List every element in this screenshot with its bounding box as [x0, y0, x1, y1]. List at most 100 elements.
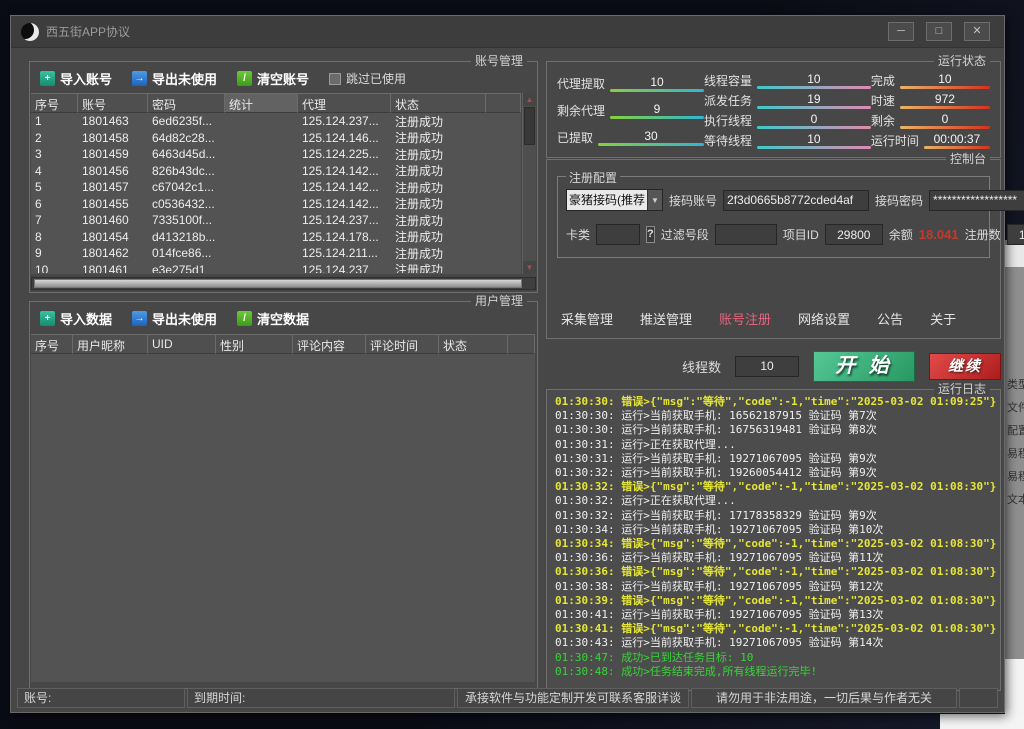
stat-gradient-bar	[757, 106, 871, 109]
tab[interactable]: 账号注册	[719, 309, 771, 328]
account-table-hscrollbar[interactable]	[31, 277, 536, 290]
tab[interactable]: 采集管理	[561, 309, 613, 328]
clear-accounts-label: 清空账号	[257, 69, 309, 88]
register-count-input[interactable]	[1007, 224, 1024, 245]
col-header-account[interactable]: 账号	[78, 93, 148, 113]
cell-status: 注册成功	[391, 245, 486, 262]
col-header-nickname[interactable]: 用户昵称	[73, 334, 148, 354]
col-header-comment-time[interactable]: 评论时间	[366, 334, 439, 354]
register-count-label: 注册数	[965, 226, 1001, 243]
statusbar-filler	[959, 688, 998, 708]
help-button[interactable]: ?	[646, 226, 655, 243]
log-line: 01:30:48: 成功>任务结束完成,所有线程运行完毕!	[555, 665, 996, 679]
col-header-gender[interactable]: 性别	[216, 334, 293, 354]
cell-account: 1801456	[78, 164, 148, 178]
col-header-uid[interactable]: UID	[148, 334, 216, 354]
chevron-down-icon[interactable]: ▼	[647, 190, 662, 210]
tab[interactable]: 网络设置	[798, 309, 850, 328]
cell-password: 64d82c28...	[148, 131, 225, 145]
clear-data-button[interactable]: / 清空数据	[237, 309, 309, 328]
account-table-row[interactable]: 2 1801458 64d82c28... 125.124.146... 注册成…	[31, 130, 521, 147]
stat-value: 30	[598, 130, 704, 143]
close-button[interactable]: ✕	[964, 22, 990, 41]
log-line: 01:30:30: 错误>{"msg":"等待","code":-1,"time…	[555, 395, 996, 409]
project-id-input[interactable]	[825, 224, 883, 245]
col-header-stats[interactable]: 统计	[225, 93, 298, 113]
clear-icon: /	[237, 71, 252, 86]
tab[interactable]: 推送管理	[640, 309, 692, 328]
stat-item: 代理提取 10	[557, 75, 704, 92]
col-header-password[interactable]: 密码	[148, 93, 225, 113]
scroll-down-icon[interactable]: ▼	[523, 261, 536, 274]
export-unused-data-button[interactable]: → 导出未使用	[132, 309, 217, 328]
col-header-no[interactable]: 序号	[31, 93, 78, 113]
export-unused-accounts-button[interactable]: → 导出未使用	[132, 69, 217, 88]
stat-label: 线程容量	[704, 72, 752, 89]
vscroll-thumb[interactable]	[524, 107, 535, 145]
account-table-row[interactable]: 10 1801461 e3e275d1 125.124.237 注册成功	[31, 262, 521, 274]
account-table-row[interactable]: 1 1801463 6ed6235f... 125.124.237... 注册成…	[31, 113, 521, 130]
clear-accounts-button[interactable]: / 清空账号	[237, 69, 309, 88]
account-table-row[interactable]: 7 1801460 7335100f... 125.124.237... 注册成…	[31, 212, 521, 229]
stat-item: 运行时间 00:00:37	[871, 132, 990, 149]
col-header-no[interactable]: 序号	[31, 334, 73, 354]
start-button[interactable]: 开 始	[813, 351, 915, 382]
account-table-row[interactable]: 4 1801456 826b43dc... 125.124.142... 注册成…	[31, 163, 521, 180]
cell-account: 1801458	[78, 131, 148, 145]
col-header-filler	[486, 93, 521, 113]
log-line: 01:30:36: 错误>{"msg":"等待","code":-1,"time…	[555, 565, 996, 579]
thread-count-input[interactable]	[735, 356, 799, 377]
cell-no: 3	[31, 147, 78, 161]
col-header-status[interactable]: 状态	[391, 93, 486, 113]
stat-gradient-bar	[757, 86, 871, 89]
log-line: 01:30:47: 成功>已到达任务目标: 10	[555, 651, 996, 665]
stat-gradient-bar	[900, 86, 990, 89]
col-header-comment[interactable]: 评论内容	[293, 334, 366, 354]
stat-item: 派发任务 19	[704, 92, 871, 109]
code-password-input[interactable]	[929, 190, 1024, 211]
statusbar-disclaimer: 请勿用于非法用途，一切后果与作者无关	[691, 688, 957, 708]
cell-status: 注册成功	[391, 212, 486, 229]
account-table-vscrollbar[interactable]: ▲ ▼	[522, 93, 536, 274]
scroll-up-icon[interactable]: ▲	[523, 93, 536, 106]
skip-used-checkbox[interactable]: 跳过已使用	[329, 70, 406, 87]
sms-provider-dropdown[interactable]: 豪猪接码(推荐 ▼	[566, 189, 663, 211]
minimize-button[interactable]: ─	[888, 22, 914, 41]
account-table-row[interactable]: 6 1801455 c0536432... 125.124.142... 注册成…	[31, 196, 521, 213]
stat-item: 执行线程 0	[704, 112, 871, 129]
account-table-row[interactable]: 5 1801457 c67042c1... 125.124.142... 注册成…	[31, 179, 521, 196]
import-data-button[interactable]: + 导入数据	[40, 309, 112, 328]
app-window: 西五街APP协议 ─ □ ✕ 账号管理 + 导入账号 → 导出未使用 / 清空账…	[10, 15, 1005, 713]
tab[interactable]: 公告	[877, 309, 903, 328]
account-table-row[interactable]: 9 1801462 014fce86... 125.124.211... 注册成…	[31, 245, 521, 262]
log-line: 01:30:31: 运行>当前获取手机: 19271067095 验证码 第9次	[555, 452, 996, 466]
cell-no: 8	[31, 230, 78, 244]
card-type-input[interactable]	[596, 224, 640, 245]
cell-account: 1801461	[78, 263, 148, 273]
hscroll-thumb[interactable]	[34, 279, 522, 288]
account-table-row[interactable]: 8 1801454 d413218b... 125.124.178... 注册成…	[31, 229, 521, 246]
log-line: 01:30:36: 运行>当前获取手机: 19271067095 验证码 第11…	[555, 551, 996, 565]
stat-label: 完成	[871, 72, 895, 89]
cell-password: 7335100f...	[148, 213, 225, 227]
col-header-status[interactable]: 状态	[439, 334, 508, 354]
cell-account: 1801460	[78, 213, 148, 227]
col-header-filler	[508, 334, 535, 354]
filter-input[interactable]	[715, 224, 777, 245]
cell-password: c67042c1...	[148, 180, 225, 194]
tab[interactable]: 关于	[930, 309, 956, 328]
account-table-row[interactable]: 3 1801459 6463d45d... 125.124.225... 注册成…	[31, 146, 521, 163]
cell-password: d413218b...	[148, 230, 225, 244]
stat-item: 等待线程 10	[704, 132, 871, 149]
continue-button[interactable]: 继续	[929, 353, 1001, 380]
import-accounts-button[interactable]: + 导入账号	[40, 69, 112, 88]
maximize-button[interactable]: □	[926, 22, 952, 41]
stat-item: 线程容量 10	[704, 72, 871, 89]
col-header-proxy[interactable]: 代理	[298, 93, 391, 113]
code-account-input[interactable]	[723, 190, 869, 211]
stat-gradient-bar	[757, 126, 871, 129]
cell-status: 注册成功	[391, 179, 486, 196]
stat-label: 派发任务	[704, 92, 752, 109]
stat-value: 0	[900, 113, 990, 126]
stat-gradient-bar	[598, 143, 704, 146]
